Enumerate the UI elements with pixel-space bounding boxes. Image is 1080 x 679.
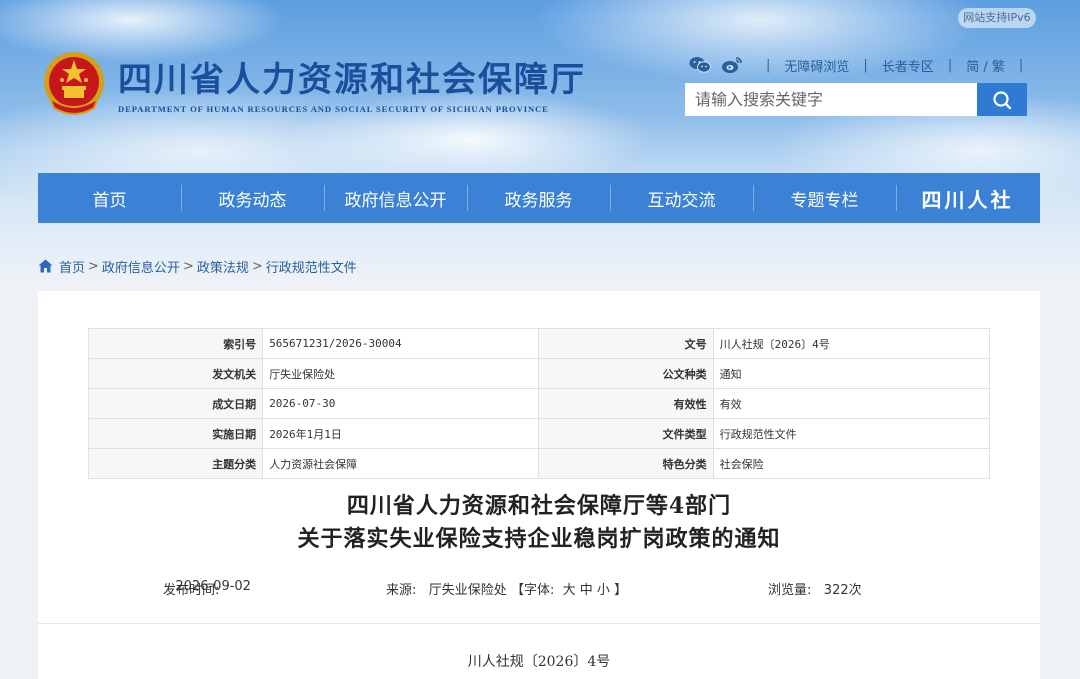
font-size-open: 【字体: (510, 583, 555, 598)
views-label: 浏览量: (768, 583, 812, 598)
divider: | (766, 57, 771, 73)
national-emblem-icon (44, 52, 104, 115)
breadcrumb-policy[interactable]: 政策法规 (197, 257, 249, 276)
meta-value: 有效 (712, 388, 991, 419)
publish-label: 发布时间: (163, 583, 220, 598)
views-count: 322次 (823, 583, 862, 598)
document-title-line1: 四川省人力资源和社会保障厅等4部门 (346, 493, 732, 519)
breadcrumb-separator: > (251, 258, 263, 274)
home-icon (38, 259, 53, 273)
meta-value: 通知 (712, 358, 991, 389)
nav-brand-sichuan-hrss[interactable]: 四川人社 (896, 173, 1039, 223)
meta-value: 人力资源社会保障 (262, 448, 540, 479)
breadcrumb-normative-docs[interactable]: 行政规范性文件 (266, 257, 357, 276)
meta-value: 行政规范性文件 (712, 418, 991, 449)
meta-key: 文号 (538, 328, 714, 359)
meta-row: 成文日期 2026-07-30 有效性 有效 (87, 388, 991, 419)
meta-key: 有效性 (538, 388, 714, 419)
divider (38, 623, 1040, 624)
meta-key: 公文种类 (538, 358, 714, 389)
meta-value: 厅失业保险处 (262, 358, 540, 389)
meta-value: 社会保险 (712, 448, 991, 479)
search-input[interactable] (685, 83, 977, 116)
font-size-medium[interactable]: 中 (580, 583, 593, 598)
nav-item-news[interactable]: 政务动态 (181, 173, 324, 223)
divider: | (947, 57, 953, 73)
source-label: 来源: (386, 583, 417, 598)
meta-value: 565671231/2026-30004 (262, 328, 540, 359)
weibo-icon[interactable] (720, 54, 744, 76)
breadcrumb-separator: > (182, 258, 194, 274)
nav-item-home[interactable]: 首页 (38, 173, 181, 223)
meta-row: 索引号 565671231/2026-30004 文号 川人社规〔2026〕4号 (87, 328, 991, 359)
breadcrumb-home[interactable]: 首页 (59, 257, 85, 276)
meta-key: 索引号 (87, 328, 264, 359)
site-subtitle: DEPARTMENT OF HUMAN RESOURCES AND SOCIAL… (118, 104, 549, 114)
elderly-zone-link[interactable]: 长者专区 (882, 56, 934, 75)
breadcrumb-info-disclosure[interactable]: 政府信息公开 (102, 257, 180, 276)
document-info-bar: 发布时间: 2026-09-02 来源: 厅失业保险处 【字体: 大 中 小 】… (38, 579, 1040, 599)
wechat-icon[interactable] (688, 54, 712, 76)
meta-key: 文件类型 (538, 418, 714, 449)
meta-row: 实施日期 2026年1月1日 文件类型 行政规范性文件 (87, 418, 991, 449)
search-bar (685, 83, 1027, 116)
meta-value: 川人社规〔2026〕4号 (712, 328, 991, 359)
meta-key: 发文机关 (87, 358, 264, 389)
search-icon (993, 90, 1012, 109)
language-toggle[interactable]: 简 / 繁 (966, 56, 1005, 75)
meta-key: 特色分类 (538, 448, 714, 479)
nav-item-info-disclosure[interactable]: 政府信息公开 (324, 173, 467, 223)
main-nav: 首页 政务动态 政府信息公开 政务服务 互动交流 专题专栏 四川人社 (38, 173, 1040, 223)
source-value: 厅失业保险处 (428, 583, 507, 598)
meta-key: 主题分类 (87, 448, 264, 479)
font-size-small[interactable]: 小 (597, 583, 610, 598)
content-panel: 索引号 565671231/2026-30004 文号 川人社规〔2026〕4号 发文机… (38, 291, 1040, 679)
font-size-close: 】 (614, 583, 628, 598)
breadcrumb-separator: > (88, 258, 99, 274)
meta-row: 主题分类 人力资源社会保障 特色分类 社会保险 (87, 448, 991, 479)
meta-value: 2026年1月1日 (262, 418, 540, 449)
document-title-line2: 关于落实失业保险支持企业稳岗扩岗政策的通知 (297, 526, 781, 552)
font-size-large[interactable]: 大 (563, 583, 576, 598)
meta-key: 成文日期 (87, 388, 264, 419)
nav-item-interaction[interactable]: 互动交流 (610, 173, 753, 223)
divider: | (863, 57, 868, 73)
site-title: 四川省人力资源和社会保障厅 (118, 60, 586, 100)
meta-value: 2026-07-30 (262, 388, 540, 419)
meta-row: 发文机关 厅失业保险处 公文种类 通知 (87, 358, 991, 389)
header-background (0, 0, 1080, 330)
accessibility-link[interactable]: 无障碍浏览 (784, 56, 849, 75)
ipv6-badge: 网站支持IPv6 (958, 8, 1036, 28)
utility-bar: | 无障碍浏览 | 长者专区 | 简 / 繁 | (688, 54, 1037, 76)
document-meta-table: 索引号 565671231/2026-30004 文号 川人社规〔2026〕4号 发文机… (87, 328, 991, 479)
breadcrumb: 首页 > 政府信息公开 > 政策法规 > 行政规范性文件 (38, 257, 357, 276)
nav-item-services[interactable]: 政务服务 (467, 173, 610, 223)
document-number: 川人社规〔2026〕4号 (467, 654, 611, 670)
divider: | (1018, 57, 1024, 73)
meta-key: 实施日期 (87, 418, 264, 449)
nav-item-topics[interactable]: 专题专栏 (753, 173, 896, 223)
document-title: 四川省人力资源和社会保障厅等4部门 关于落实失业保险支持企业稳岗扩岗政策的通知 (38, 490, 1040, 556)
search-button[interactable] (977, 83, 1027, 116)
